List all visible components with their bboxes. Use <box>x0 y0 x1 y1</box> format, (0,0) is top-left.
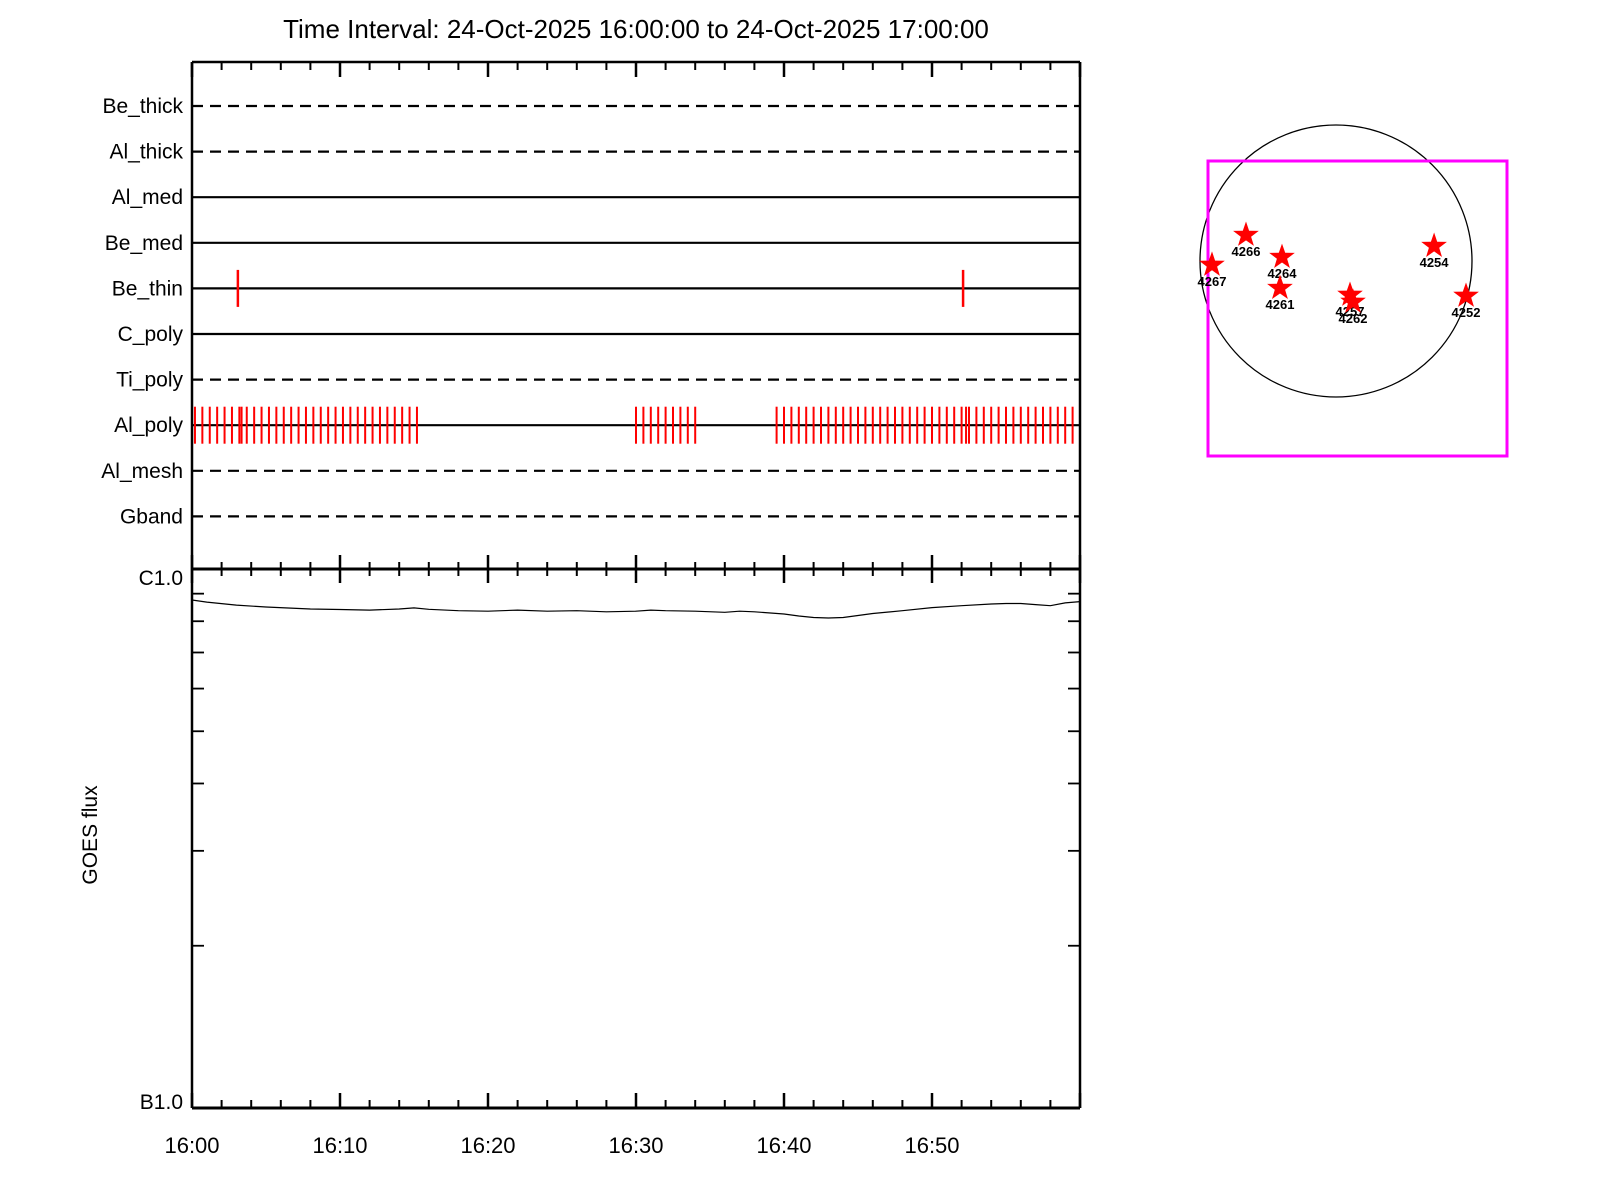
filter-label-al_thick: Al_thick <box>109 141 183 164</box>
filter-label-be_med: Be_med <box>105 232 183 255</box>
active-region-star-4264 <box>1269 243 1295 268</box>
x-tick-label: 16:20 <box>460 1133 515 1158</box>
timeline-panel: Be_thick Al_thick Al_med Be_med Be_thin C_pol… <box>101 95 1080 528</box>
active-region-label-4266: 4266 <box>1232 244 1261 259</box>
goes-ytop-label: C1.0 <box>139 567 183 590</box>
active-region-label-4264: 4264 <box>1268 266 1298 281</box>
active-region-label-4252: 4252 <box>1452 305 1481 320</box>
active-region-star-4252 <box>1453 282 1479 307</box>
sun-map: 4266426442674261 4257426242544252 <box>1198 124 1509 458</box>
filter-label-al_med: Al_med <box>112 186 183 209</box>
x-tick-label: 16:50 <box>904 1133 959 1158</box>
x-tick-label: 16:30 <box>608 1133 663 1158</box>
filter-label-c_poly: C_poly <box>118 323 184 346</box>
goes-ybottom-label: B1.0 <box>140 1091 183 1114</box>
x-tick-label: 16:00 <box>164 1133 219 1158</box>
filter-label-al_mesh: Al_mesh <box>101 460 183 483</box>
active-region-label-4262: 4262 <box>1339 311 1368 326</box>
goes-flux-curve <box>191 599 1081 619</box>
active-region-star-4267 <box>1199 251 1225 276</box>
filter-label-be_thin: Be_thin <box>112 277 183 300</box>
filter-label-al_poly: Al_poly <box>114 414 183 437</box>
filter-label-gband: Gband <box>120 505 183 528</box>
x-tick-label: 16:40 <box>756 1133 811 1158</box>
active-region-label-4254: 4254 <box>1420 255 1450 270</box>
goes-axis-title: GOES flux <box>79 785 102 885</box>
x-tick-label: 16:10 <box>312 1133 367 1158</box>
filter-label-ti_poly: Ti_poly <box>116 369 183 392</box>
active-region-star-4254 <box>1421 232 1447 257</box>
screenshot-canvas: Time Interval: 24-Oct-2025 16:00:00 to 2… <box>0 0 1600 1200</box>
observation-chart: Be_thick Al_thick Al_med Be_med Be_thin C_pol… <box>79 60 1509 1158</box>
axes: 16:00 16:10 16:20 16:30 16:40 16:50 <box>164 60 1082 1158</box>
goes-panel: C1.0 B1.0 GOES flux <box>79 567 1081 1114</box>
filter-label-be_thick: Be_thick <box>102 95 183 118</box>
active-region-star-4266 <box>1233 221 1259 246</box>
active-region-label-4267: 4267 <box>1198 274 1227 289</box>
active-region-label-4261: 4261 <box>1266 297 1295 312</box>
